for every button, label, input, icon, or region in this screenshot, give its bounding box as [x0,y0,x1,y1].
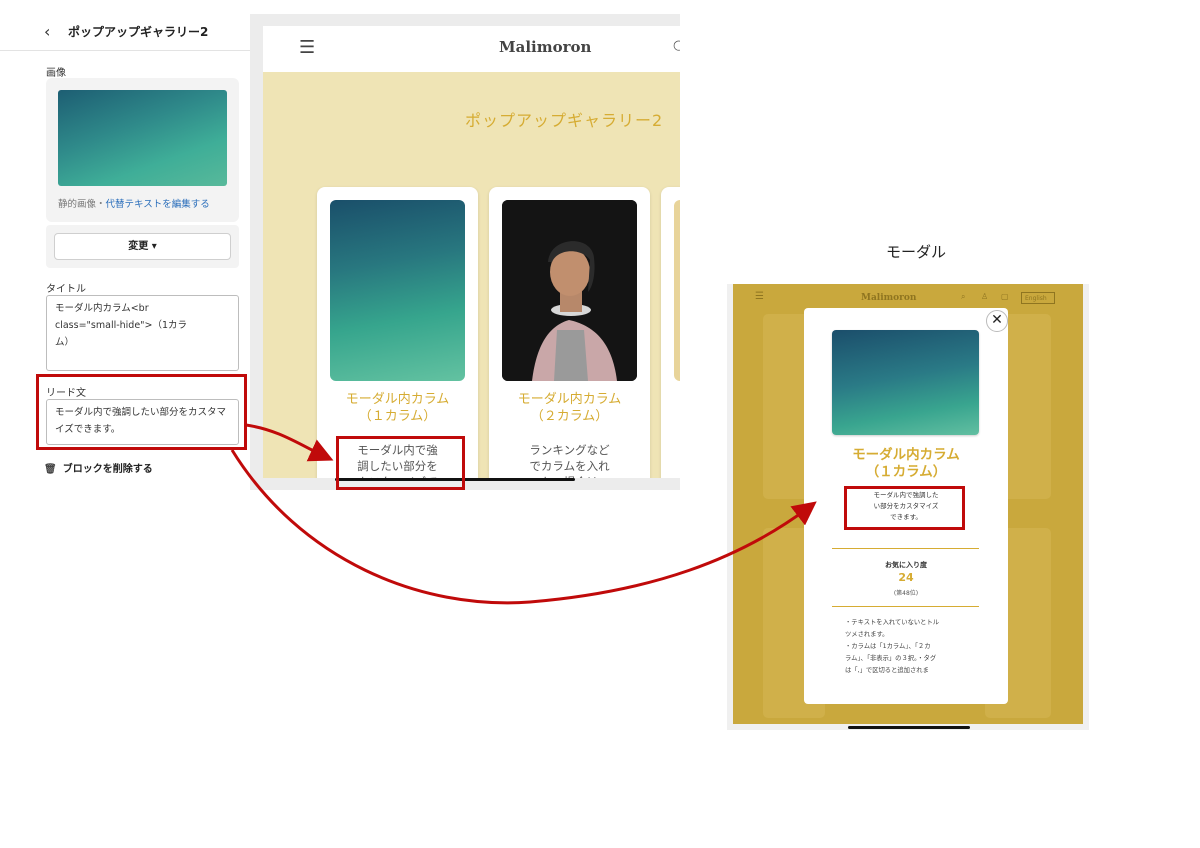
arrow-to-card [245,423,334,462]
annotation-arrows [230,423,817,605]
arrow-to-modal [230,449,817,605]
